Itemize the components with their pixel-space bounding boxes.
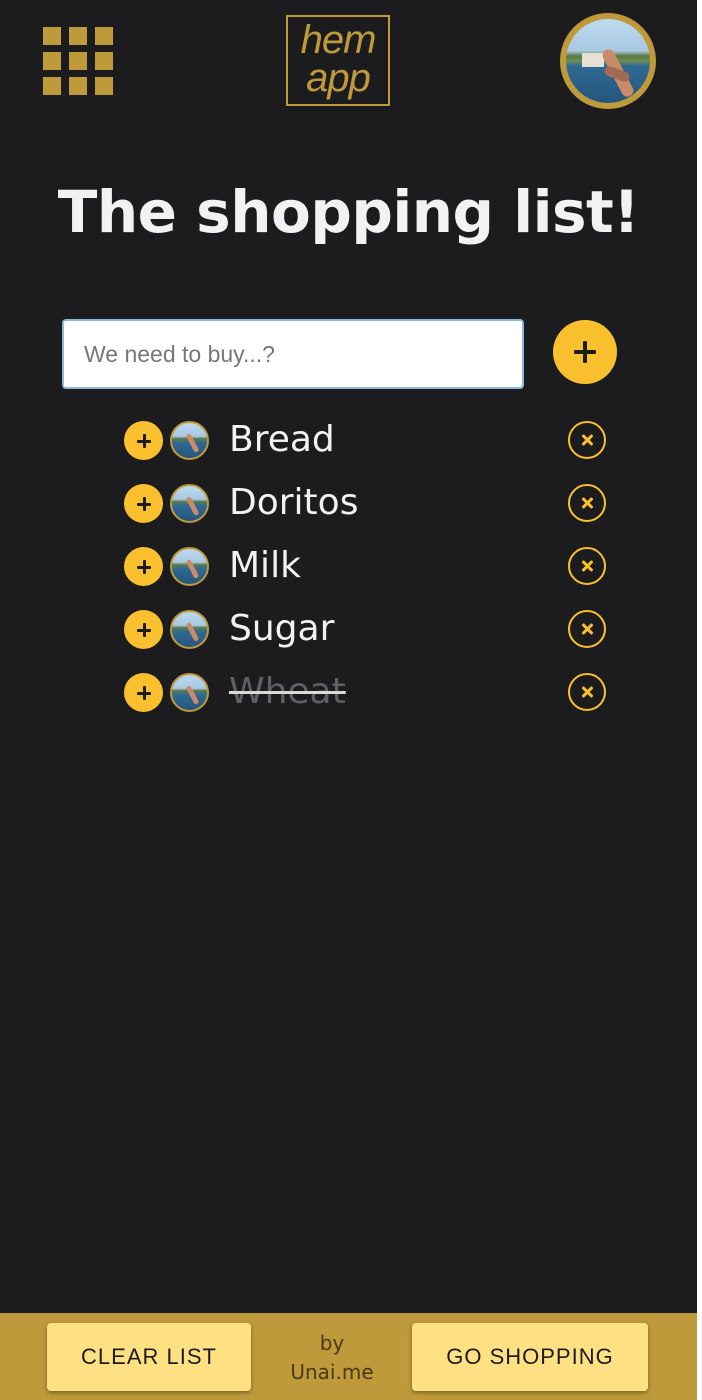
plus-icon	[136, 622, 151, 637]
list-item: Sugar	[124, 598, 608, 661]
item-label[interactable]: Milk	[229, 543, 301, 589]
app-logo[interactable]: hem app	[286, 15, 390, 106]
added-by-avatar	[170, 421, 209, 460]
close-icon	[581, 560, 593, 572]
added-by-avatar	[170, 673, 209, 712]
credit-link[interactable]: Unai.me	[262, 1358, 402, 1387]
grid-square	[69, 27, 87, 45]
shopping-list: Bread Doritos Milk Sugar Wheat	[124, 409, 608, 724]
list-item-done: Wheat	[124, 661, 608, 724]
added-by-avatar	[170, 547, 209, 586]
list-item: Bread	[124, 409, 608, 472]
plus-icon	[136, 559, 151, 574]
close-icon	[581, 623, 593, 635]
page-title: The shopping list!	[57, 178, 640, 246]
grid-square	[69, 77, 87, 95]
remove-item-button[interactable]	[568, 610, 606, 648]
scrollbar-track[interactable]	[697, 0, 702, 1400]
added-by-avatar	[170, 484, 209, 523]
grid-square	[43, 77, 61, 95]
remove-item-button[interactable]	[568, 421, 606, 459]
list-item: Milk	[124, 535, 608, 598]
grid-square	[95, 77, 113, 95]
add-item-button[interactable]	[553, 320, 617, 384]
plus-icon	[136, 433, 151, 448]
increase-quantity-button[interactable]	[124, 484, 163, 523]
footer-bar: CLEAR LIST by Unai.me GO SHOPPING	[0, 1313, 697, 1400]
increase-quantity-button[interactable]	[124, 421, 163, 460]
increase-quantity-button[interactable]	[124, 673, 163, 712]
credit-text: by Unai.me	[262, 1329, 402, 1387]
remove-item-button[interactable]	[568, 484, 606, 522]
item-label[interactable]: Sugar	[229, 606, 334, 652]
credit-by: by	[319, 1331, 345, 1355]
increase-quantity-button[interactable]	[124, 610, 163, 649]
grid-square	[95, 27, 113, 45]
new-item-input[interactable]	[62, 319, 524, 389]
increase-quantity-button[interactable]	[124, 547, 163, 586]
close-icon	[581, 434, 593, 446]
plus-icon	[136, 685, 151, 700]
plus-icon	[574, 341, 596, 363]
item-label[interactable]: Bread	[229, 417, 335, 463]
grid-square	[43, 52, 61, 70]
profile-avatar[interactable]	[560, 13, 656, 109]
plus-icon	[136, 496, 151, 511]
added-by-avatar	[170, 610, 209, 649]
item-label[interactable]: Wheat	[229, 669, 346, 715]
item-label[interactable]: Doritos	[229, 480, 358, 526]
go-shopping-button[interactable]: GO SHOPPING	[412, 1323, 648, 1391]
avatar-photo-detail	[582, 53, 604, 67]
remove-item-button[interactable]	[568, 547, 606, 585]
grid-square	[69, 52, 87, 70]
grid-square	[95, 52, 113, 70]
logo-line-2: app	[306, 56, 371, 100]
remove-item-button[interactable]	[568, 673, 606, 711]
close-icon	[581, 497, 593, 509]
clear-list-button[interactable]: CLEAR LIST	[47, 1323, 251, 1391]
logo-line-1: hem	[300, 18, 377, 62]
grid-square	[43, 27, 61, 45]
close-icon	[581, 686, 593, 698]
app-page: hem app The shopping list! Bread Doritos…	[0, 0, 697, 1400]
list-item: Doritos	[124, 472, 608, 535]
grid-menu-icon[interactable]	[43, 27, 113, 95]
